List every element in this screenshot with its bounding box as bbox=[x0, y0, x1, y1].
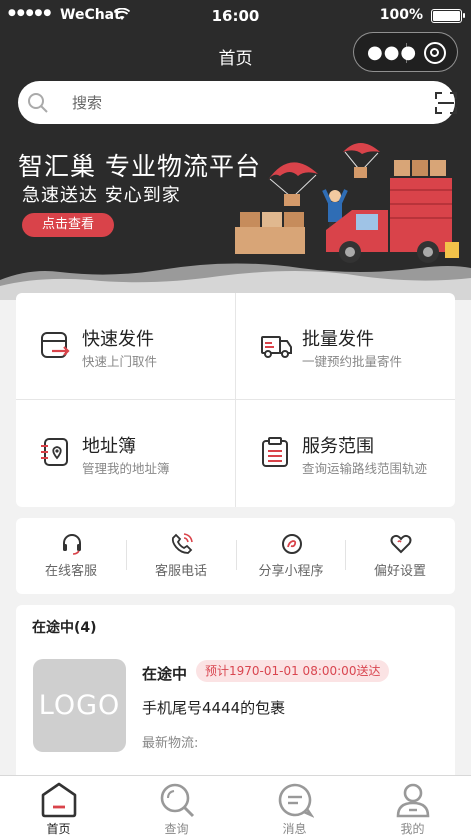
quick-link-share[interactable]: 分享小程序 bbox=[236, 518, 346, 594]
quick-link-online-service[interactable]: 在线客服 bbox=[16, 518, 126, 594]
home-icon bbox=[41, 782, 77, 818]
service-title: 地址簿 bbox=[82, 436, 136, 457]
search-bar[interactable]: 搜索 bbox=[18, 81, 458, 124]
close-mini-program-icon[interactable] bbox=[424, 42, 446, 64]
service-title: 服务范围 bbox=[302, 436, 374, 457]
quick-link-preferences[interactable]: 偏好设置 bbox=[345, 518, 455, 594]
more-menu-icon[interactable]: ●●● bbox=[367, 42, 417, 63]
package-name[interactable]: 手机尾号4444的包裹 bbox=[142, 697, 285, 718]
search-input[interactable]: 搜索 bbox=[72, 92, 102, 113]
quick-link-label: 客服电话 bbox=[154, 564, 207, 579]
mini-program-capsule: ●●● bbox=[353, 32, 458, 72]
latest-logistics-label: 最新物流: bbox=[142, 736, 199, 751]
service-batch-send[interactable]: 批量发件 一键预约批量寄件 bbox=[236, 293, 455, 399]
quick-link-label: 在线客服 bbox=[44, 564, 97, 579]
tab-label: 我的 bbox=[400, 822, 425, 836]
tab-label: 消息 bbox=[282, 822, 307, 836]
package-logo: LOGO bbox=[33, 659, 126, 752]
tab-messages[interactable]: 消息 bbox=[236, 776, 353, 836]
address-book-icon bbox=[41, 438, 68, 466]
capsule-divider bbox=[406, 43, 407, 63]
package-eta-badge: 预计1970-01-01 08:00:00送达 bbox=[196, 660, 390, 682]
promo-banner[interactable]: 智汇巢 专业物流平台 急速送达 安心到家 点击查看 bbox=[0, 130, 471, 300]
in-transit-section: 在途中(4) LOGO 在途中 预计1970-01-01 08:00:00送达 … bbox=[16, 605, 455, 785]
service-desc: 快速上门取件 bbox=[82, 354, 158, 369]
status-bar: ●●●●● WeChat 16:00 100% bbox=[0, 0, 471, 32]
search-icon bbox=[160, 783, 195, 818]
fast-send-icon bbox=[41, 332, 70, 358]
service-address-book[interactable]: 地址簿 管理我的地址簿 bbox=[16, 400, 235, 506]
banner-wave bbox=[0, 263, 471, 300]
tab-home[interactable]: 首页 bbox=[0, 776, 117, 836]
service-coverage[interactable]: 服务范围 查询运输路线范围轨迹 bbox=[236, 400, 455, 506]
service-title: 批量发件 bbox=[302, 329, 374, 350]
in-transit-header: 在途中(4) bbox=[32, 620, 97, 636]
banner-subtitle: 急速送达 安心到家 bbox=[22, 185, 181, 206]
message-icon bbox=[278, 783, 314, 818]
quick-link-label: 偏好设置 bbox=[373, 564, 426, 579]
quick-link-phone[interactable]: 客服电话 bbox=[126, 518, 236, 594]
tab-mine[interactable]: 我的 bbox=[354, 776, 471, 836]
service-fast-send[interactable]: 快速发件 快速上门取件 bbox=[16, 293, 235, 399]
tab-query[interactable]: 查询 bbox=[118, 776, 235, 836]
search-icon bbox=[28, 93, 48, 113]
user-icon bbox=[396, 783, 430, 818]
service-desc: 一键预约批量寄件 bbox=[302, 354, 403, 369]
service-title: 快速发件 bbox=[82, 329, 154, 350]
banner-view-button[interactable]: 点击查看 bbox=[22, 213, 114, 237]
banner-title: 智汇巢 专业物流平台 bbox=[18, 152, 261, 181]
quick-link-label: 分享小程序 bbox=[258, 564, 324, 579]
clipboard-icon bbox=[262, 437, 288, 467]
heart-icon bbox=[390, 534, 412, 554]
service-desc: 查询运输路线范围轨迹 bbox=[302, 461, 428, 476]
bottom-tab-bar: 首页 查询 消息 我的 bbox=[0, 775, 471, 836]
share-icon bbox=[282, 534, 302, 554]
battery-percent: 100% bbox=[379, 7, 423, 23]
service-desc: 管理我的地址簿 bbox=[82, 461, 170, 476]
tab-label: 查询 bbox=[164, 822, 189, 836]
package-status: 在途中 bbox=[142, 665, 188, 683]
tab-label: 首页 bbox=[46, 822, 71, 836]
battery-icon bbox=[431, 9, 465, 23]
quick-links: 在线客服 客服电话 分享小程序 偏好设置 bbox=[16, 518, 455, 594]
headset-icon bbox=[63, 534, 81, 555]
service-grid: 快速发件 快速上门取件 批量发件 一键预约批量寄件 地址簿 管理我的地址簿 服务… bbox=[16, 293, 455, 507]
phone-icon bbox=[171, 533, 193, 554]
truck-icon bbox=[261, 336, 292, 358]
scan-icon[interactable] bbox=[434, 91, 458, 115]
